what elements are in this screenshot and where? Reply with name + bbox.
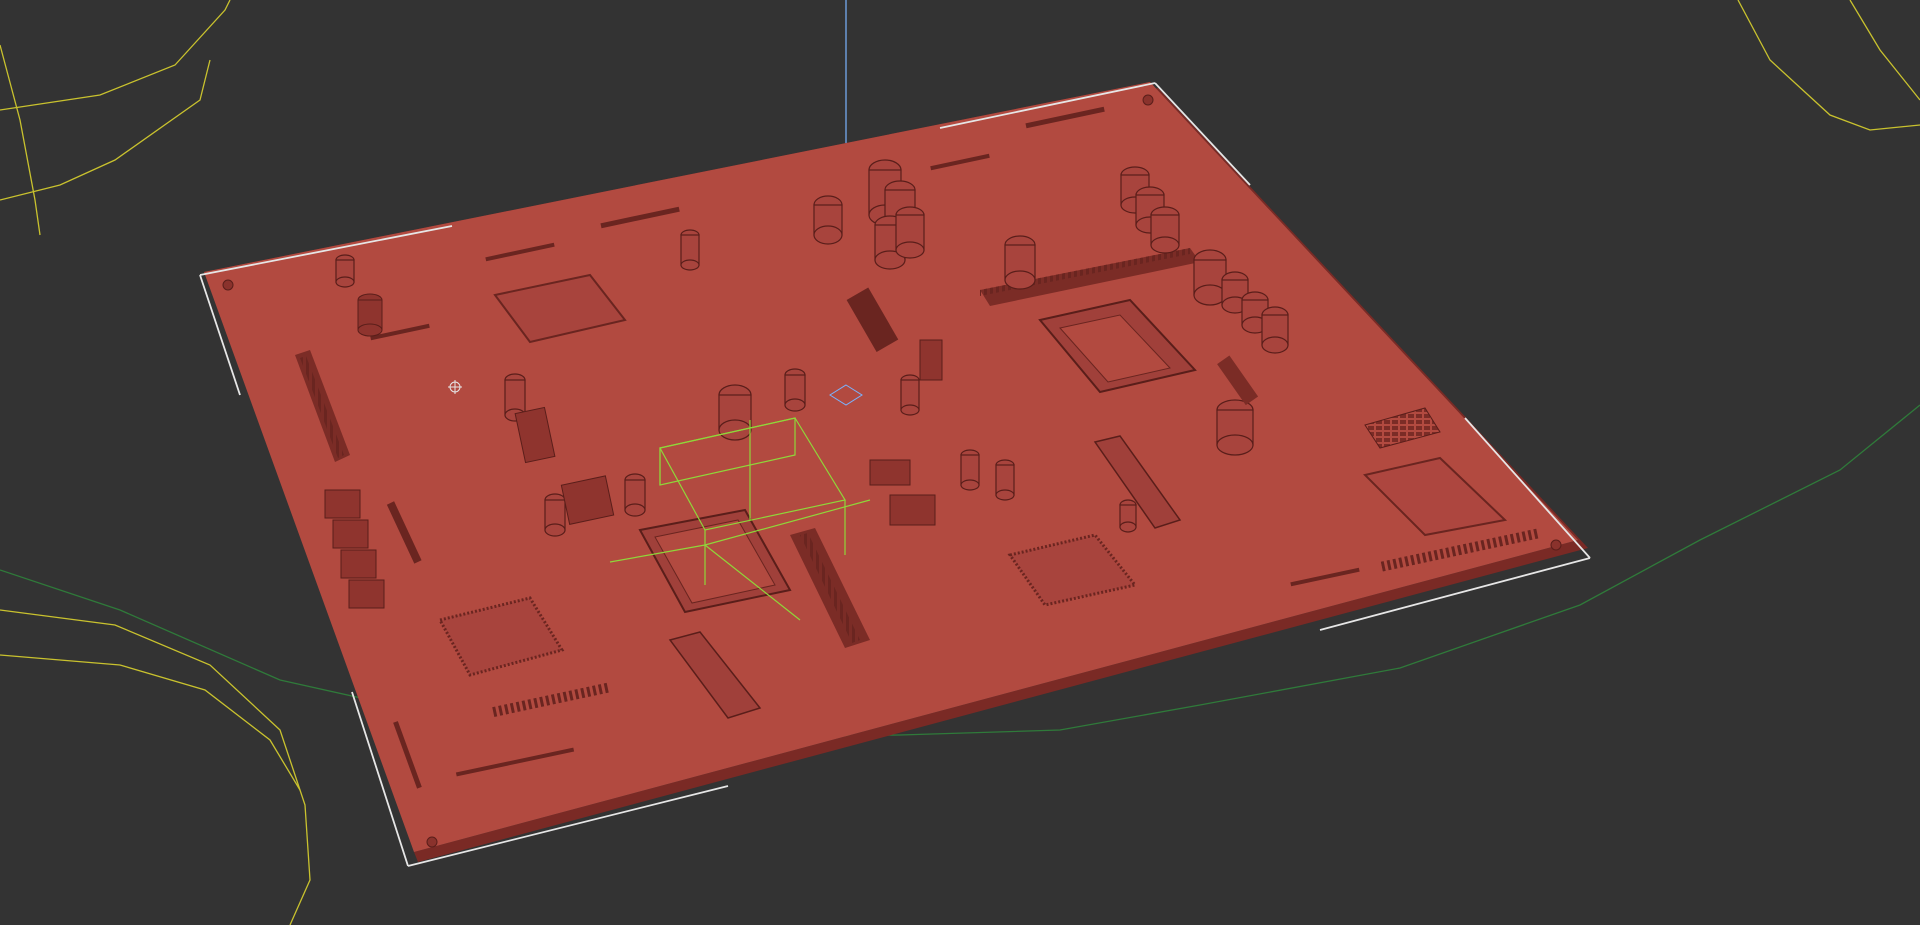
- spline-top-right-2[interactable]: [1849, 0, 1920, 101]
- inductor-coil[interactable]: [357, 293, 383, 337]
- spline-top-left-3[interactable]: [0, 44, 41, 236]
- spline-bottom-left-1[interactable]: [0, 609, 311, 925]
- scene-canvas[interactable]: [0, 0, 1920, 925]
- 3d-viewport[interactable]: [0, 0, 1920, 925]
- spline-top-left-1[interactable]: [0, 0, 231, 111]
- spline-bottom-left-2[interactable]: [0, 654, 301, 791]
